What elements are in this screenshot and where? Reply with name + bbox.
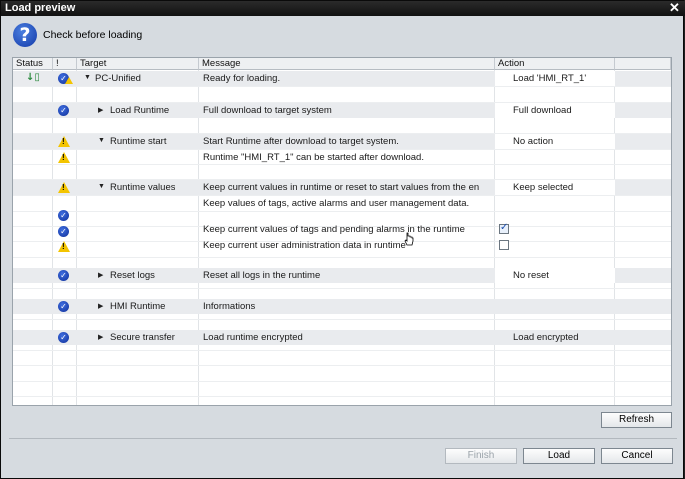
- row-target: Secure transfer: [110, 332, 175, 343]
- row-message: Keep current values of tags and pending …: [203, 224, 465, 235]
- check-icon: ✓: [58, 105, 69, 116]
- hand-cursor-icon: [404, 232, 414, 246]
- row-target: PC-Unified: [95, 73, 141, 84]
- row-action[interactable]: No reset: [513, 268, 549, 283]
- row-target: Runtime values: [110, 182, 176, 193]
- check-icon: ✓: [58, 332, 69, 343]
- row-message: Reset all logs in the runtime: [203, 270, 321, 281]
- load-button[interactable]: Load: [523, 448, 595, 464]
- expand-arrow-icon[interactable]: ▶: [98, 271, 103, 279]
- warning-icon: !: [58, 241, 70, 252]
- row-message: Keep current values in runtime or reset …: [203, 182, 480, 193]
- refresh-button[interactable]: Refresh: [601, 412, 672, 428]
- row-action[interactable]: Full download: [513, 103, 572, 118]
- row-action[interactable]: Load 'HMI_RT_1': [513, 71, 586, 86]
- warning-icon: !: [58, 152, 70, 163]
- window-title: Load preview: [5, 2, 76, 14]
- expand-arrow-icon[interactable]: ▶: [98, 106, 103, 114]
- column-header-target[interactable]: Target: [77, 58, 199, 70]
- row-action[interactable]: Load encrypted: [513, 330, 579, 345]
- check-icon: ✓: [58, 301, 69, 312]
- load-arrow-icon: ↓▯: [26, 72, 40, 83]
- header: ? Check before loading: [11, 21, 311, 49]
- finish-button[interactable]: Finish: [445, 448, 517, 464]
- column-header-action[interactable]: Action: [495, 58, 615, 70]
- question-icon: ?: [13, 23, 37, 47]
- row-message: Runtime "HMI_RT_1" can be started after …: [203, 152, 424, 163]
- row-action[interactable]: Keep selected: [513, 180, 573, 195]
- row-message: Informations: [203, 301, 256, 312]
- warning-icon: !: [58, 136, 70, 147]
- row-target: HMI Runtime: [110, 301, 166, 312]
- divider: [9, 438, 677, 439]
- close-icon[interactable]: ✕: [668, 1, 681, 15]
- warning-icon: !: [58, 182, 70, 193]
- row-target: Load Runtime: [110, 105, 170, 116]
- title-bar: Load preview ✕: [1, 1, 685, 16]
- row-message: Start Runtime after download to target s…: [203, 136, 399, 147]
- row-message: Full download to target system: [203, 105, 332, 116]
- column-header-alert[interactable]: !: [53, 58, 77, 70]
- column-header-empty: [615, 58, 671, 70]
- collapse-arrow-icon[interactable]: ▼: [84, 74, 91, 81]
- keep-user-admin-checkbox[interactable]: [499, 240, 509, 250]
- check-icon: ✓: [58, 226, 69, 237]
- row-message: Keep current user administration data in…: [203, 240, 406, 251]
- load-preview-table: Status ! Target Message Action ↓▯ ✓ ▼ PC…: [12, 57, 672, 406]
- row-message: Load runtime encrypted: [203, 332, 303, 343]
- collapse-arrow-icon[interactable]: ▼: [98, 137, 105, 144]
- column-header-message[interactable]: Message: [199, 58, 495, 70]
- row-message: Ready for loading.: [203, 73, 281, 84]
- collapse-arrow-icon[interactable]: ▼: [98, 183, 105, 190]
- column-header-status[interactable]: Status: [13, 58, 53, 70]
- check-icon: ✓: [58, 210, 69, 221]
- expand-arrow-icon[interactable]: ▶: [98, 302, 103, 310]
- load-preview-dialog: Load preview ✕ ? Check before loading St…: [0, 0, 685, 479]
- row-action[interactable]: No action: [513, 134, 553, 149]
- expand-arrow-icon[interactable]: ▶: [98, 333, 103, 341]
- row-message: Keep values of tags, active alarms and u…: [203, 198, 470, 209]
- header-text: Check before loading: [43, 29, 143, 41]
- cancel-button[interactable]: Cancel: [601, 448, 673, 464]
- keep-values-checkbox[interactable]: [499, 222, 509, 234]
- check-icon: ✓: [58, 270, 69, 281]
- warning-icon: [65, 77, 73, 84]
- row-target: Runtime start: [110, 136, 167, 147]
- row-target: Reset logs: [110, 270, 155, 281]
